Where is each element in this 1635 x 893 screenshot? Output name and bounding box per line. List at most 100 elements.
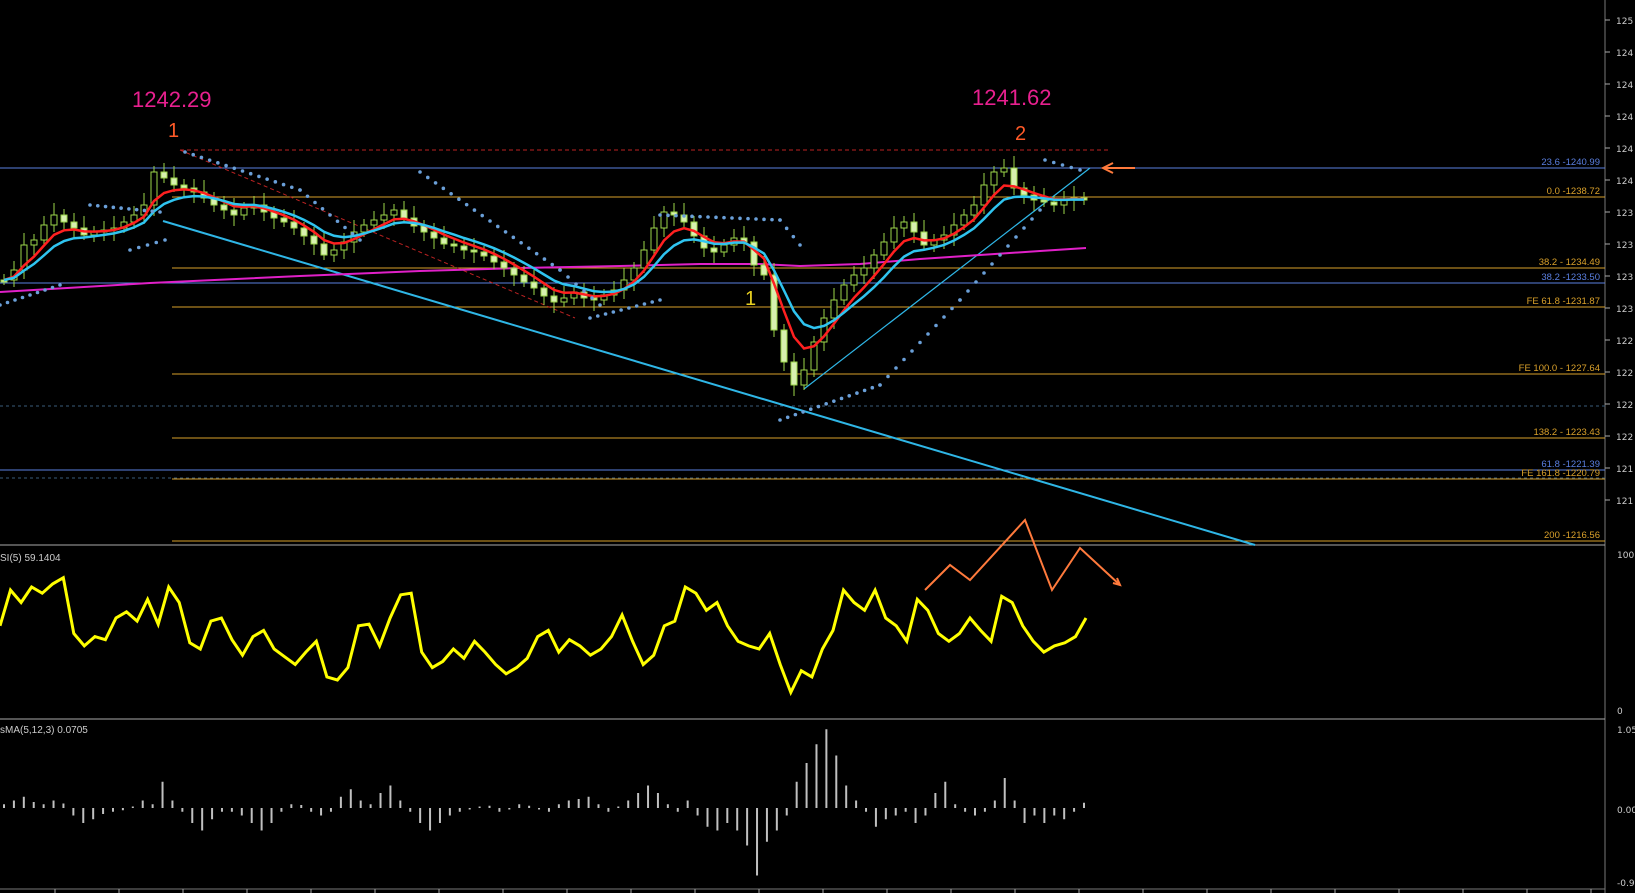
- sar-dot: [746, 216, 750, 221]
- sar-dot: [433, 181, 438, 185]
- candle-body: [40, 224, 48, 241]
- sar-dot: [265, 177, 269, 181]
- candle-body: [390, 209, 398, 216]
- sar-dot: [495, 224, 500, 229]
- sar-dot: [527, 246, 531, 251]
- sar-dot: [127, 207, 131, 211]
- rsi-scale-bottom: 0: [1617, 707, 1623, 717]
- sar-dot: [862, 388, 867, 393]
- price-tick-label: 123: [1616, 305, 1633, 315]
- sar-dot: [934, 323, 938, 328]
- sar-dot: [519, 240, 523, 245]
- candle-body: [980, 184, 988, 206]
- candle-body: [490, 255, 498, 263]
- sar-dot: [128, 248, 132, 252]
- sar-dot: [574, 282, 578, 286]
- candle-body: [500, 261, 508, 269]
- sar-dot: [722, 215, 726, 220]
- sar-dot: [289, 185, 294, 190]
- sar-dot: [791, 234, 796, 239]
- candle-body: [850, 274, 858, 286]
- sar-dot: [457, 197, 461, 202]
- candle-body: [320, 243, 328, 256]
- sar-dot: [674, 213, 678, 218]
- fib-level-label: FE 61.8 -1231.87: [1527, 296, 1600, 307]
- fib-level-label: FE 100.0 - 1227.64: [1519, 363, 1600, 374]
- price-tick-label: 122: [1616, 369, 1633, 379]
- sar-dot: [558, 268, 562, 272]
- osma-scale-mid: 0.00: [1617, 806, 1635, 816]
- sar-dot: [472, 208, 477, 212]
- price-tick-label: 123: [1616, 273, 1633, 283]
- sar-dot: [754, 217, 758, 221]
- sar-dot: [642, 302, 647, 306]
- price-tick-label: 122: [1616, 433, 1633, 443]
- sar-dot: [281, 182, 286, 187]
- candle-body: [300, 227, 308, 237]
- sar-dot: [1022, 226, 1026, 230]
- fib-level-label: 0.0 -1238.72: [1547, 186, 1600, 197]
- sar-dot: [588, 316, 592, 320]
- osma-label: sMA(5,12,3) 0.0705: [0, 725, 88, 736]
- sar-dot: [886, 374, 890, 379]
- price-tick-label: 124: [1616, 113, 1633, 123]
- sar-dot: [145, 243, 150, 247]
- sar-dot: [619, 308, 623, 312]
- sar-dot: [706, 215, 710, 219]
- sar-dot: [1030, 217, 1034, 221]
- candle-body: [560, 297, 568, 303]
- sar-dot: [313, 200, 317, 205]
- sar-dot: [232, 166, 237, 171]
- sar-dot: [762, 217, 766, 222]
- candle-body: [70, 221, 78, 229]
- sar-dot: [990, 262, 994, 266]
- sar-dot: [163, 238, 167, 242]
- sar-dot: [714, 215, 718, 220]
- candle-body: [30, 239, 38, 246]
- sar-dot: [50, 285, 55, 290]
- sar-dot: [785, 415, 790, 420]
- sar-dot: [1069, 165, 1074, 170]
- candle-body: [910, 221, 918, 233]
- candle-body: [230, 209, 238, 216]
- sar-dot: [464, 202, 469, 207]
- sar-dot: [910, 349, 914, 353]
- sar-dot: [350, 231, 355, 236]
- sar-dot: [28, 293, 32, 297]
- sar-dot: [1051, 160, 1056, 165]
- price-tick-label: 124: [1616, 81, 1633, 91]
- candle-body: [60, 214, 68, 223]
- sar-dot: [358, 238, 362, 242]
- sar-dot: [650, 300, 655, 304]
- candle-body: [780, 329, 788, 363]
- sar-dot: [798, 243, 802, 247]
- sar-dot: [534, 251, 539, 256]
- osma-scale-top: 1.05: [1617, 726, 1635, 736]
- sar-dot: [1014, 235, 1018, 239]
- sar-dot: [207, 158, 212, 162]
- price-tick-label: 125: [1616, 17, 1633, 27]
- price-tick-label: 123: [1616, 241, 1633, 251]
- sar-dot: [136, 245, 141, 250]
- sar-dot: [566, 275, 570, 279]
- sar-dot: [666, 213, 670, 218]
- sar-dot: [658, 213, 662, 217]
- fib-level-label: 23.6 -1240.99: [1541, 157, 1600, 168]
- sar-dot: [595, 314, 600, 318]
- sar-dot: [183, 150, 187, 154]
- candle-body: [280, 217, 288, 223]
- price-tick-label: 122: [1616, 401, 1633, 411]
- sar-dot: [801, 410, 805, 414]
- candle-body: [220, 204, 228, 211]
- sar-dot: [58, 283, 62, 287]
- sar-dot: [13, 298, 17, 302]
- candle-body: [550, 295, 558, 303]
- sar-dot: [1060, 163, 1065, 167]
- sar-dot: [320, 206, 325, 211]
- candle-body: [880, 241, 888, 256]
- candle-body: [1000, 167, 1008, 173]
- sar-dot: [550, 262, 555, 267]
- sar-dot: [216, 161, 220, 165]
- sar-dot: [682, 214, 686, 218]
- sar-dot: [942, 315, 946, 319]
